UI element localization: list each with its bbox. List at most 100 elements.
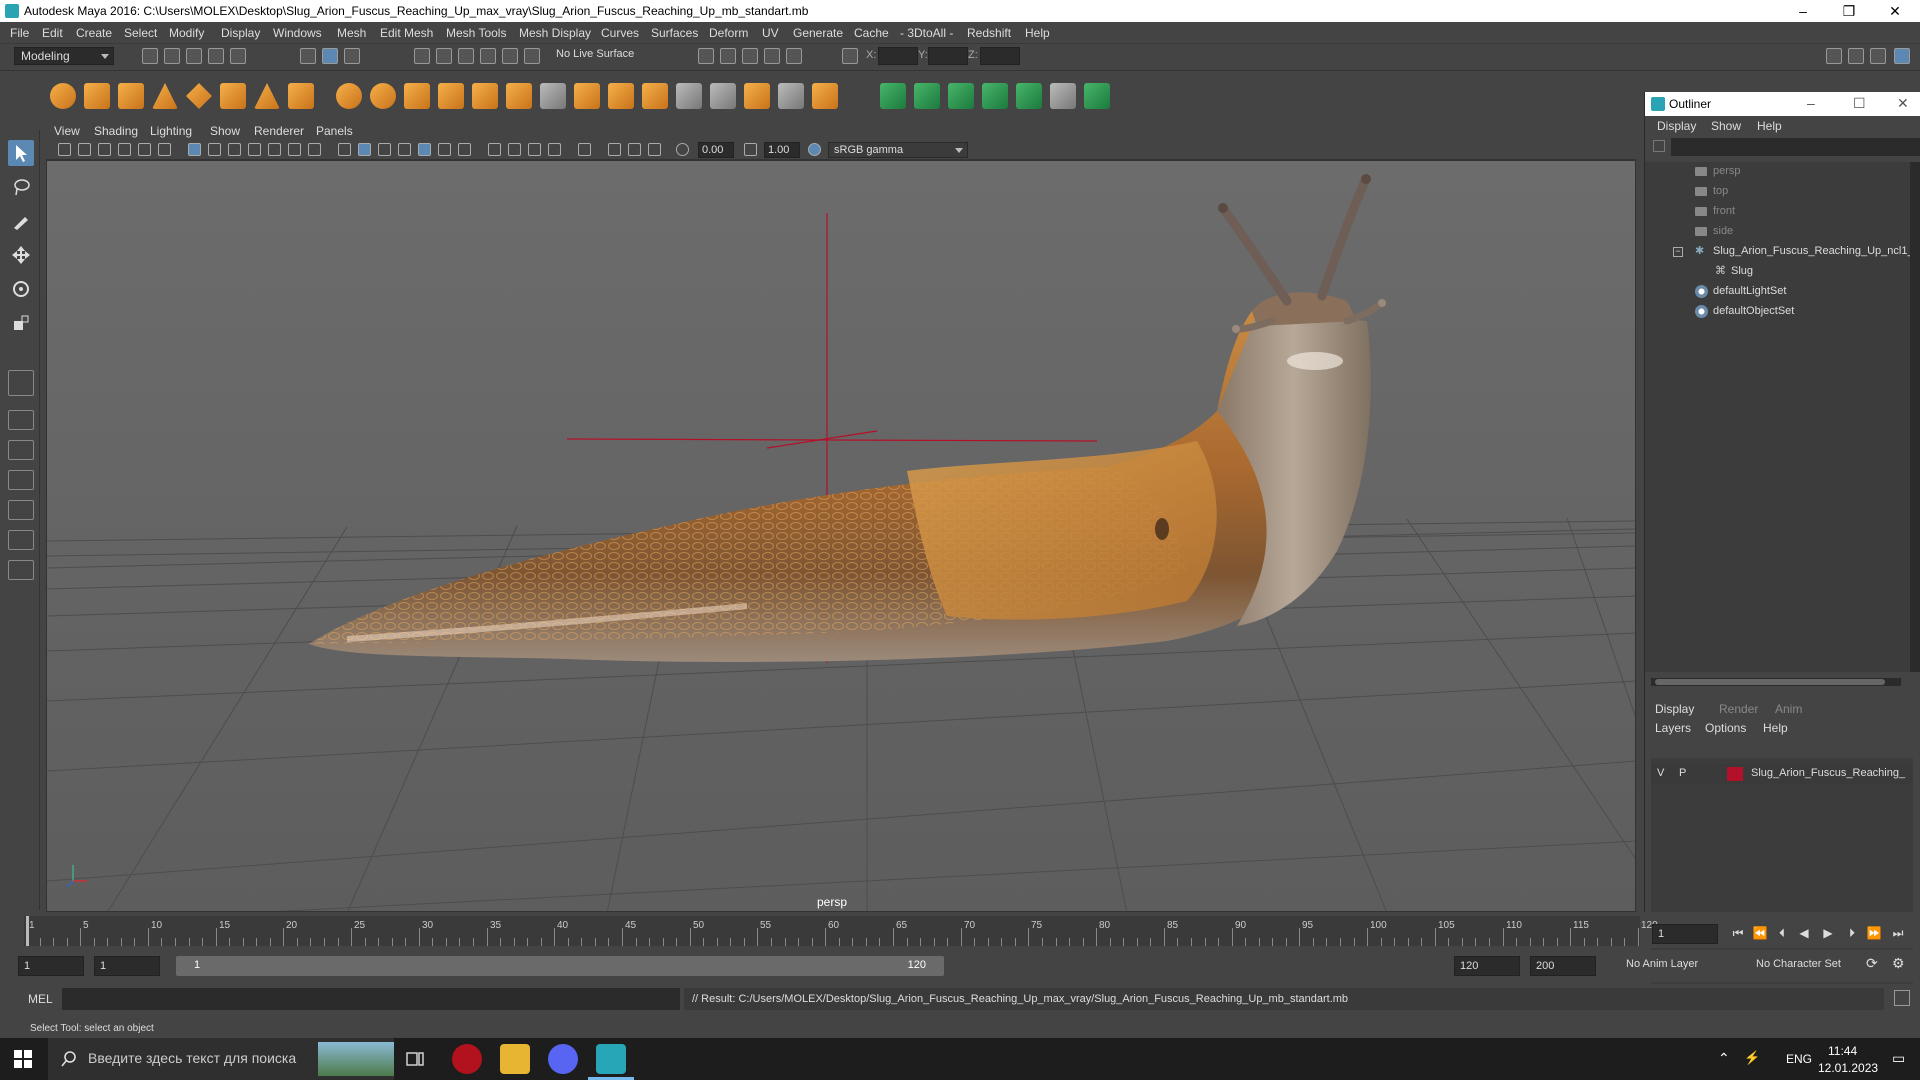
menu-uv[interactable]: UV (762, 26, 779, 40)
render-view-icon[interactable] (698, 48, 714, 64)
fill-hole-icon[interactable] (778, 83, 804, 109)
menu-cache[interactable]: Cache (854, 26, 889, 40)
boolean-icon[interactable] (472, 83, 498, 109)
select-object-icon[interactable] (322, 48, 338, 64)
outliner-item-side[interactable]: side (1645, 222, 1911, 242)
field-chart-icon[interactable] (268, 143, 281, 156)
render-frame-icon[interactable] (720, 48, 736, 64)
textured-icon[interactable] (418, 143, 431, 156)
paint-select-tool-icon[interactable] (8, 208, 34, 234)
outliner-item-default-light-set[interactable]: defaultLightSet (1645, 282, 1911, 302)
spherical-uv-icon[interactable] (948, 83, 974, 109)
x-field[interactable] (878, 47, 918, 65)
wireframe-icon[interactable] (338, 143, 351, 156)
outliner-layout-icon[interactable] (8, 500, 34, 520)
new-scene-icon[interactable] (142, 48, 158, 64)
gate-mask-icon[interactable] (248, 143, 261, 156)
tray-expand-icon[interactable]: ⌃ (1718, 1050, 1730, 1067)
resolution-gate-icon[interactable] (228, 143, 241, 156)
outliner-minimize-button[interactable]: – (1807, 95, 1815, 111)
menu-create[interactable]: Create (76, 26, 112, 40)
animation-start-field[interactable]: 1 (18, 956, 84, 976)
restore-button[interactable]: ❐ (1826, 0, 1872, 22)
go-to-end-icon[interactable]: ⏭ (1890, 926, 1906, 942)
play-forward-icon[interactable]: ▶ (1820, 926, 1836, 942)
offset-edge-loop-icon[interactable] (710, 83, 736, 109)
menu-generate[interactable]: Generate (793, 26, 843, 40)
image-plane-icon[interactable] (118, 143, 131, 156)
windows-start-icon[interactable] (14, 1050, 32, 1068)
layer-color-swatch[interactable] (1727, 767, 1743, 781)
outliner-item-front[interactable]: front (1645, 202, 1911, 222)
modeling-toolkit-icon[interactable] (1894, 48, 1910, 64)
menu-select[interactable]: Select (124, 26, 157, 40)
network-icon[interactable]: ⚡ (1744, 1050, 1760, 1066)
outliner-item-default-object-set[interactable]: defaultObjectSet (1645, 302, 1911, 322)
single-pane-layout-icon[interactable] (8, 410, 34, 430)
select-camera-icon[interactable] (58, 143, 71, 156)
render-settings-icon[interactable] (764, 48, 780, 64)
outliner-search-input[interactable] (1671, 138, 1920, 156)
snap-live-icon[interactable] (502, 48, 518, 64)
tab-display[interactable]: Display (1655, 702, 1694, 716)
collapse-icon[interactable]: − (1673, 247, 1683, 257)
clock-time[interactable]: 11:44 (1828, 1044, 1857, 1058)
smooth-icon[interactable] (438, 83, 464, 109)
panel-menu-view[interactable]: View (54, 124, 80, 138)
default-material-icon[interactable] (378, 143, 391, 156)
notifications-icon[interactable]: ▭ (1892, 1050, 1905, 1067)
rotate-tool-icon[interactable] (8, 276, 34, 302)
menu-surfaces[interactable]: Surfaces (651, 26, 698, 40)
panel-menu-shading[interactable]: Shading (94, 124, 138, 138)
mirror-icon[interactable] (506, 83, 532, 109)
select-hierarchy-icon[interactable] (300, 48, 316, 64)
poly-cylinder-icon[interactable] (118, 83, 144, 109)
unfold-uv-icon[interactable] (1016, 83, 1042, 109)
poly-sphere-icon[interactable] (50, 83, 76, 109)
color-management-icon[interactable] (808, 143, 821, 156)
outliner-close-button[interactable]: ✕ (1897, 95, 1909, 112)
exposure-icon[interactable] (676, 143, 689, 156)
snap-view-plane-icon[interactable] (480, 48, 496, 64)
panel-menu-renderer[interactable]: Renderer (254, 124, 304, 138)
tab-anim[interactable]: Anim (1775, 702, 1802, 716)
append-polygon-icon[interactable] (744, 83, 770, 109)
isolate-select-icon[interactable] (578, 143, 591, 156)
perspective-viewport[interactable]: persp (46, 160, 1636, 912)
snap-point-icon[interactable] (458, 48, 474, 64)
attribute-editor-icon[interactable] (1848, 48, 1864, 64)
script-editor-icon[interactable] (1894, 990, 1910, 1006)
extrude-icon[interactable] (574, 83, 600, 109)
current-frame-field[interactable]: 1 (1652, 924, 1718, 944)
menu-windows[interactable]: Windows (273, 26, 322, 40)
auto-key-icon[interactable]: ⟳ (1866, 955, 1878, 972)
last-tool-icon[interactable] (8, 370, 34, 396)
menu-edit-mesh[interactable]: Edit Mesh (380, 26, 433, 40)
smooth-shade-icon[interactable] (358, 143, 371, 156)
discord-app-icon[interactable] (548, 1044, 578, 1074)
gamma-field[interactable]: 1.00 (764, 142, 800, 158)
move-tool-icon[interactable] (8, 242, 34, 268)
menu-deform[interactable]: Deform (709, 26, 748, 40)
anti-aliasing-icon[interactable] (528, 143, 541, 156)
merge-icon[interactable] (812, 83, 838, 109)
poly-pipe-icon[interactable] (288, 83, 314, 109)
safe-action-icon[interactable] (288, 143, 301, 156)
film-gate-icon[interactable] (208, 143, 221, 156)
outliner-menu-display[interactable]: Display (1657, 119, 1696, 133)
outliner-menu-help[interactable]: Help (1757, 119, 1782, 133)
filter-icon[interactable] (1653, 140, 1665, 152)
mel-label[interactable]: MEL (28, 992, 53, 1006)
uv-editor-icon[interactable] (1084, 83, 1110, 109)
poly-prism-icon[interactable] (254, 83, 280, 109)
bridge-icon[interactable] (608, 83, 634, 109)
mode-selector[interactable]: Modeling (14, 47, 114, 65)
snap-curve-icon[interactable] (436, 48, 452, 64)
z-field[interactable] (980, 47, 1020, 65)
checker-icon[interactable] (1050, 83, 1076, 109)
wireframe-on-shaded-icon[interactable] (398, 143, 411, 156)
clock-date[interactable]: 12.01.2023 (1818, 1061, 1878, 1075)
lasso-tool-icon[interactable] (8, 174, 34, 200)
mel-input[interactable] (62, 988, 680, 1010)
exposure-field[interactable]: 0.00 (698, 142, 734, 158)
